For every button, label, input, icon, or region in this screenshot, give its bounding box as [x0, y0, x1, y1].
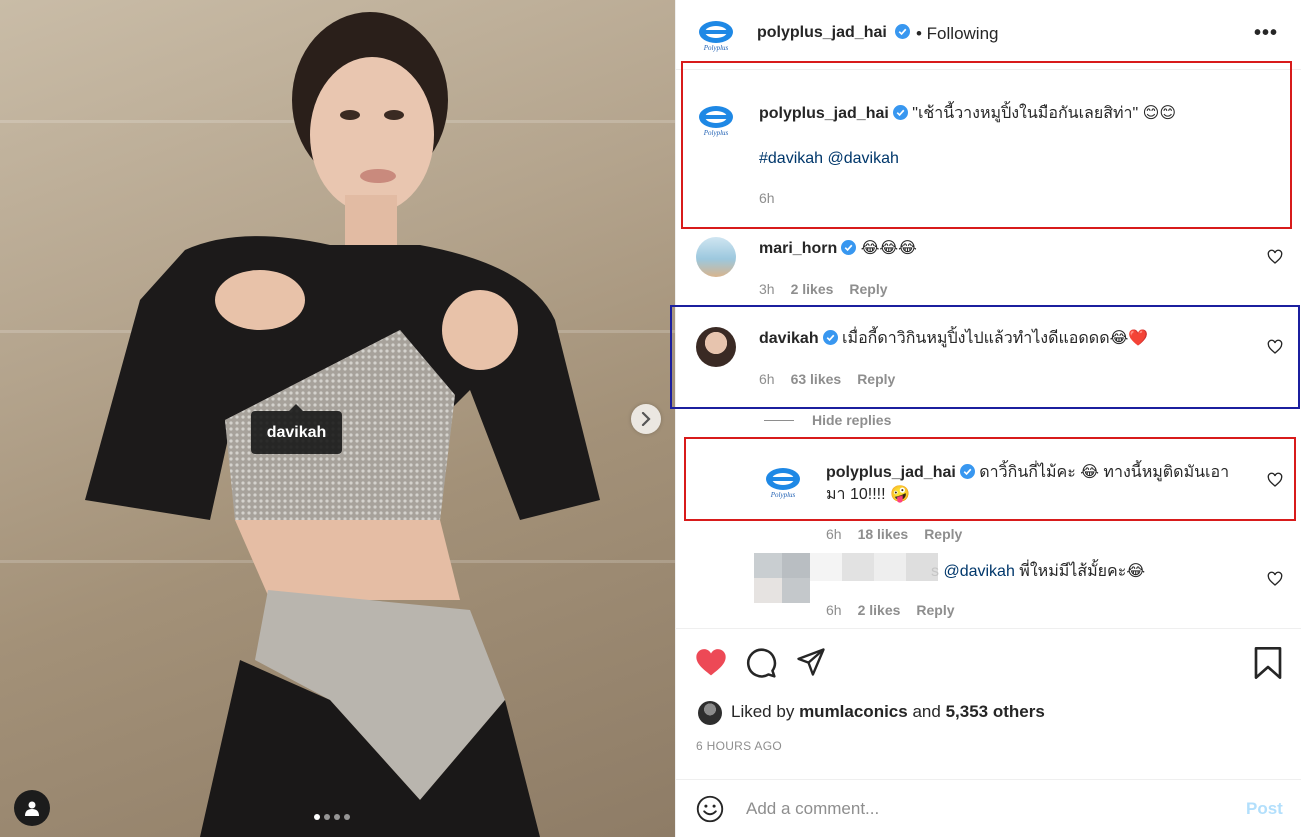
caption-author-avatar[interactable]: Polyplus	[696, 100, 736, 140]
reply-button[interactable]: Reply	[849, 281, 887, 297]
carousel-dot	[314, 814, 320, 820]
caption-text: "เช้านี้วางหมูปิ้งในมือกันเลยสิท่า" 😊😊	[912, 105, 1176, 122]
share-icon[interactable]	[795, 647, 827, 677]
liker-avatar[interactable]	[698, 701, 722, 725]
comment-text-line: davikah เมื่อกี้ดาวิกินหมูปิ้งไปแล้วทำไง…	[759, 328, 1148, 350]
reply-text: ดาวิ้กินกี่ไม้คะ 😂 ทางนี้หมูติดมันเอา	[979, 464, 1230, 481]
comment-likes[interactable]: 2 likes	[791, 281, 834, 297]
post-photo[interactable]: davikah	[0, 0, 675, 837]
reply-button[interactable]: Reply	[924, 526, 962, 542]
likes-summary: Liked by mumlaconics and 5,353 others	[731, 702, 1045, 722]
verified-badge-icon	[892, 105, 908, 120]
reply-text-continued: มา 10!!!! 🤪	[826, 486, 910, 503]
reply-text-line: s @davikah พี่ใหม่มีไส้มั้ยคะ😂	[931, 561, 1145, 583]
person-icon	[25, 801, 39, 816]
comment-meta: 3h 2 likes Reply	[759, 281, 888, 297]
hide-replies-line	[764, 419, 794, 421]
author-username[interactable]: polyplus_jad_hai	[757, 24, 911, 42]
reply-text: พี่ใหม่มีไส้มั้ยคะ😂	[1019, 563, 1146, 580]
caption-time[interactable]: 6h	[759, 190, 775, 206]
post-header: Polyplus polyplus_jad_hai • Following ••…	[676, 0, 1301, 70]
commenter-avatar[interactable]	[696, 237, 736, 277]
caption-text-line: polyplus_jad_hai "เช้านี้วางหมูปิ้งในมือ…	[759, 103, 1279, 125]
reply-time[interactable]: 6h	[826, 602, 842, 618]
reply-author-avatar[interactable]: Polyplus	[763, 462, 803, 502]
verified-badge-icon	[895, 24, 911, 39]
svg-text:Polyplus: Polyplus	[770, 491, 796, 499]
reply-likes[interactable]: 18 likes	[858, 526, 909, 542]
comment-text-line: mari_horn 😂😂😂	[759, 238, 917, 260]
comment-text: 😂😂😂	[860, 240, 917, 257]
polyplus-logo-icon: Polyplus	[766, 468, 800, 499]
reply-meta: 6h 18 likes Reply	[826, 526, 962, 542]
comment-time[interactable]: 3h	[759, 281, 775, 297]
likes-others[interactable]: 5,353 others	[946, 702, 1045, 721]
reply-likes[interactable]: 2 likes	[858, 602, 901, 618]
reply-button[interactable]: Reply	[916, 602, 954, 618]
tagged-users-button[interactable]	[14, 790, 50, 826]
author-username-text[interactable]: polyplus_jad_hai	[757, 24, 887, 41]
likes-middle: and	[912, 702, 941, 721]
more-options-icon[interactable]: •••	[1254, 22, 1278, 45]
emoji-icon[interactable]	[696, 795, 724, 823]
like-comment-icon[interactable]	[1267, 249, 1283, 265]
verified-badge-icon	[959, 464, 975, 479]
reply-mention[interactable]: @davikah	[943, 563, 1014, 580]
reply-time[interactable]: 6h	[826, 526, 842, 542]
polyplus-logo-icon: Polyplus	[699, 21, 733, 52]
post-timestamp[interactable]: 6 HOURS AGO	[696, 739, 782, 753]
like-comment-icon[interactable]	[1267, 571, 1283, 587]
comment-highlight-box	[670, 305, 1300, 409]
svg-text:Polyplus: Polyplus	[703, 44, 729, 52]
caption-tags[interactable]: #davikah @davikah	[759, 148, 899, 170]
chevron-right-icon	[641, 412, 651, 426]
reply-text-line: polyplus_jad_hai ดาวิ้กินกี่ไม้คะ 😂 ทางน…	[826, 462, 1256, 484]
next-photo-button[interactable]	[631, 404, 661, 434]
add-comment-bar: Add a comment... Post	[676, 779, 1301, 837]
comment-username[interactable]: davikah	[759, 330, 819, 347]
hide-replies-button[interactable]: Hide replies	[764, 412, 891, 428]
hide-replies-label[interactable]: Hide replies	[812, 412, 891, 428]
comment-time[interactable]: 6h	[759, 371, 775, 387]
bookmark-icon[interactable]	[1253, 647, 1283, 679]
carousel-dot	[324, 814, 330, 820]
pixelated-avatar[interactable]	[754, 553, 810, 603]
post-button[interactable]: Post	[1246, 799, 1283, 819]
verified-badge-icon	[822, 330, 838, 345]
carousel-indicator	[314, 814, 350, 820]
carousel-dot	[344, 814, 350, 820]
heart-filled-icon[interactable]	[695, 647, 727, 677]
comment-icon[interactable]	[745, 647, 777, 679]
pixelated-username-tail: s	[931, 563, 939, 580]
comment-likes[interactable]: 63 likes	[791, 371, 842, 387]
verified-badge-icon	[841, 240, 857, 255]
comment-input[interactable]: Add a comment...	[746, 799, 879, 819]
comment-text: เมื่อกี้ดาวิกินหมูปิ้งไปแล้วทำไงดีแอดดด😂…	[842, 330, 1149, 347]
like-comment-icon[interactable]	[1267, 472, 1283, 488]
comment-meta: 6h 63 likes Reply	[759, 371, 895, 387]
caption-username[interactable]: polyplus_jad_hai	[759, 105, 889, 122]
like-comment-icon[interactable]	[1267, 339, 1283, 355]
carousel-dot	[334, 814, 340, 820]
reply-meta: 6h 2 likes Reply	[826, 602, 955, 618]
photo-user-tag[interactable]: davikah	[251, 404, 342, 454]
svg-text:Polyplus: Polyplus	[703, 129, 729, 137]
post-sidebar: Polyplus polyplus_jad_hai • Following ••…	[670, 0, 1301, 837]
pixelated-username[interactable]	[810, 553, 938, 581]
polyplus-logo-icon: Polyplus	[699, 106, 733, 137]
following-button[interactable]: • Following	[916, 24, 999, 44]
author-avatar[interactable]: Polyplus	[696, 15, 736, 55]
reply-button[interactable]: Reply	[857, 371, 895, 387]
liker-username[interactable]: mumlaconics	[799, 702, 908, 721]
reply-username[interactable]: polyplus_jad_hai	[826, 464, 956, 481]
comment-username[interactable]: mari_horn	[759, 240, 837, 257]
likes-prefix: Liked by	[731, 702, 795, 721]
commenter-avatar[interactable]	[696, 327, 736, 367]
